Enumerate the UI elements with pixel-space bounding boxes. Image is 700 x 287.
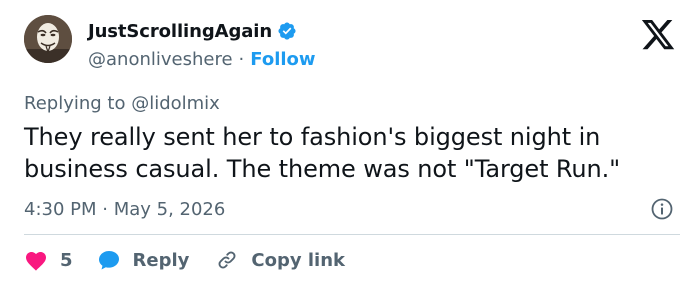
action-bar: 5 Reply Copy link	[24, 247, 345, 273]
author-handle-row: @anonliveshere · Follow	[88, 47, 316, 71]
avatar[interactable]	[24, 15, 72, 63]
reply-context: Replying to @lidolmix	[24, 93, 220, 114]
author-handle[interactable]: @anonliveshere	[88, 49, 233, 70]
x-logo-icon[interactable]	[640, 20, 676, 53]
author-display-name[interactable]: JustScrollingAgain	[88, 21, 272, 42]
timestamp[interactable]: 4:30 PM · May 5, 2026	[24, 197, 225, 221]
verified-badge-icon	[277, 21, 297, 41]
heart-icon	[24, 249, 48, 271]
reply-label: Reply	[132, 249, 190, 271]
link-icon	[215, 248, 239, 272]
reply-button[interactable]: Reply	[97, 248, 216, 272]
separator-dot: ·	[238, 48, 245, 70]
info-icon[interactable]	[650, 197, 674, 221]
author-name-row: JustScrollingAgain	[88, 19, 297, 43]
follow-button[interactable]: Follow	[250, 49, 315, 70]
reply-bubble-icon	[97, 248, 121, 272]
copy-link-label: Copy link	[251, 249, 345, 271]
divider	[24, 234, 680, 235]
copy-link-button[interactable]: Copy link	[215, 248, 345, 272]
tweet-text: They really sent her to fashion's bigges…	[24, 123, 621, 183]
like-count: 5	[60, 249, 73, 271]
like-button[interactable]: 5	[24, 249, 97, 271]
